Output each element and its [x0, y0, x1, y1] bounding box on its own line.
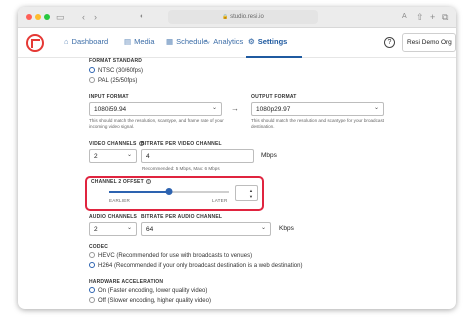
new-tab-icon[interactable]: +	[430, 11, 435, 23]
radio-pal[interactable]: PAL (25/50fps)	[89, 77, 137, 85]
radio-button	[89, 77, 95, 83]
audio-channels-select[interactable]: 2 ⌄	[89, 222, 137, 236]
nav-media[interactable]: ▤ Media	[124, 36, 155, 48]
settings-form: FORMAT STANDARD NTSC (30/60fps) PAL (25/…	[18, 58, 456, 309]
help-circle-icon[interactable]: ?	[145, 179, 151, 184]
codec-label: CODEC	[89, 244, 109, 250]
slider-earlier-label: EARLIER	[109, 198, 131, 203]
radio-button	[89, 252, 95, 258]
chevron-down-icon: ⌄	[126, 152, 132, 158]
offset-slider-fill	[109, 191, 169, 193]
media-icon: ▤	[124, 37, 132, 46]
radio-h264[interactable]: H264 (Recommended if your only broadcast…	[89, 262, 302, 270]
bitrate-audio-label: BITRATE PER AUDIO CHANNEL	[141, 214, 223, 220]
radio-hw-off[interactable]: Off (Slower encoding, higher quality vid…	[89, 297, 211, 305]
sidebar-icon[interactable]: ▭	[56, 11, 65, 23]
radio-ntsc[interactable]: NTSC (30/60fps)	[89, 67, 143, 75]
video-channels-select[interactable]: 2 ⌄	[89, 149, 137, 163]
bitrate-video-input[interactable]: 4	[141, 149, 254, 163]
nav-settings[interactable]: ⚙ Settings	[248, 36, 287, 48]
radio-button	[89, 297, 95, 303]
minimize-window-button[interactable]	[35, 14, 41, 20]
active-tab-indicator	[246, 56, 302, 58]
input-format-help: This should match the resolution, scanty…	[89, 118, 224, 129]
output-format-select[interactable]: 1080p29.97 ⌄	[251, 102, 384, 116]
bitrate-video-unit: Mbps	[261, 152, 277, 159]
hardware-acceleration-label: HARDWARE ACCELERATION	[89, 279, 164, 285]
resi-logo[interactable]	[26, 34, 44, 52]
maximize-window-button[interactable]	[44, 14, 50, 20]
radio-button-selected	[89, 262, 95, 268]
arrow-right-icon: →	[231, 104, 239, 113]
audio-channels-label: AUDIO CHANNELS	[89, 214, 138, 220]
stepper-down-icon[interactable]: ▼	[249, 195, 253, 199]
browser-toolbar: ▭ ‹ › ◐ 🔒 studio.resi.io A ⇧ + ⧉	[18, 7, 456, 28]
close-window-button[interactable]	[26, 14, 32, 20]
stepper-up-icon[interactable]: ▲	[249, 189, 253, 193]
calendar-icon: ▦	[166, 37, 174, 46]
output-format-label: OUTPUT FORMAT	[251, 94, 297, 100]
output-format-help: This should match the resolution and sca…	[251, 118, 385, 129]
bitrate-video-hint: Recommended: 5 Mbps, Max: 6 Mbps	[142, 166, 220, 171]
radio-button-selected	[89, 287, 95, 293]
bitrate-video-label: BITRATE PER VIDEO CHANNEL	[141, 141, 222, 147]
gear-icon: ⚙	[248, 37, 255, 46]
chart-icon: ∿	[204, 37, 211, 46]
radio-button-selected	[89, 67, 95, 73]
browser-window: ▭ ‹ › ◐ 🔒 studio.resi.io A ⇧ + ⧉ ⌂ Dashbo…	[18, 7, 456, 309]
home-icon: ⌂	[64, 37, 69, 46]
bitrate-audio-unit: Kbps	[279, 225, 294, 232]
channel-offset-label: CHANNEL 2 OFFSET?	[91, 179, 151, 185]
chevron-down-icon: ⌄	[126, 225, 132, 231]
chevron-down-icon: ⌄	[373, 105, 379, 111]
radio-hw-on[interactable]: On (Faster encoding, lower quality video…	[89, 287, 207, 295]
offset-stepper[interactable]: ▲ ▼	[235, 185, 258, 201]
input-format-label: INPUT FORMAT	[89, 94, 129, 100]
nav-schedule[interactable]: ▦ Schedule	[166, 36, 207, 48]
url-text: studio.resi.io	[230, 14, 264, 20]
address-bar[interactable]: 🔒 studio.resi.io	[168, 10, 318, 24]
translate-icon[interactable]: A	[402, 11, 407, 23]
radio-hevc[interactable]: HEVC (Recommended for use with broadcast…	[89, 252, 252, 260]
tabs-icon[interactable]: ⧉	[442, 11, 448, 23]
chevron-down-icon: ⌄	[260, 225, 266, 231]
help-icon[interactable]: ?	[384, 37, 395, 48]
forward-icon[interactable]: ›	[94, 11, 97, 23]
bitrate-audio-select[interactable]: 64 ⌄	[141, 222, 271, 236]
nav-analytics[interactable]: ∿ Analytics	[204, 36, 243, 48]
back-icon[interactable]: ‹	[82, 11, 85, 23]
nav-dashboard[interactable]: ⌂ Dashboard	[64, 36, 108, 48]
slider-later-label: LATER	[212, 198, 228, 203]
video-channels-label: VIDEO CHANNELS?	[89, 141, 144, 147]
share-icon[interactable]: ⇧	[416, 11, 424, 23]
offset-slider-handle[interactable]	[165, 188, 173, 195]
shield-icon[interactable]: ◐	[140, 11, 144, 23]
input-format-select[interactable]: 1080i59.94 ⌄	[89, 102, 222, 116]
org-selector[interactable]: Resi Demo Org	[402, 33, 456, 52]
app-header: ⌂ Dashboard ▤ Media ▦ Schedule ∿ Analytics ⚙…	[18, 28, 456, 58]
format-standard-label: FORMAT STANDARD	[89, 58, 143, 64]
lock-icon: 🔒	[222, 14, 229, 20]
chevron-down-icon: ⌄	[211, 105, 217, 111]
